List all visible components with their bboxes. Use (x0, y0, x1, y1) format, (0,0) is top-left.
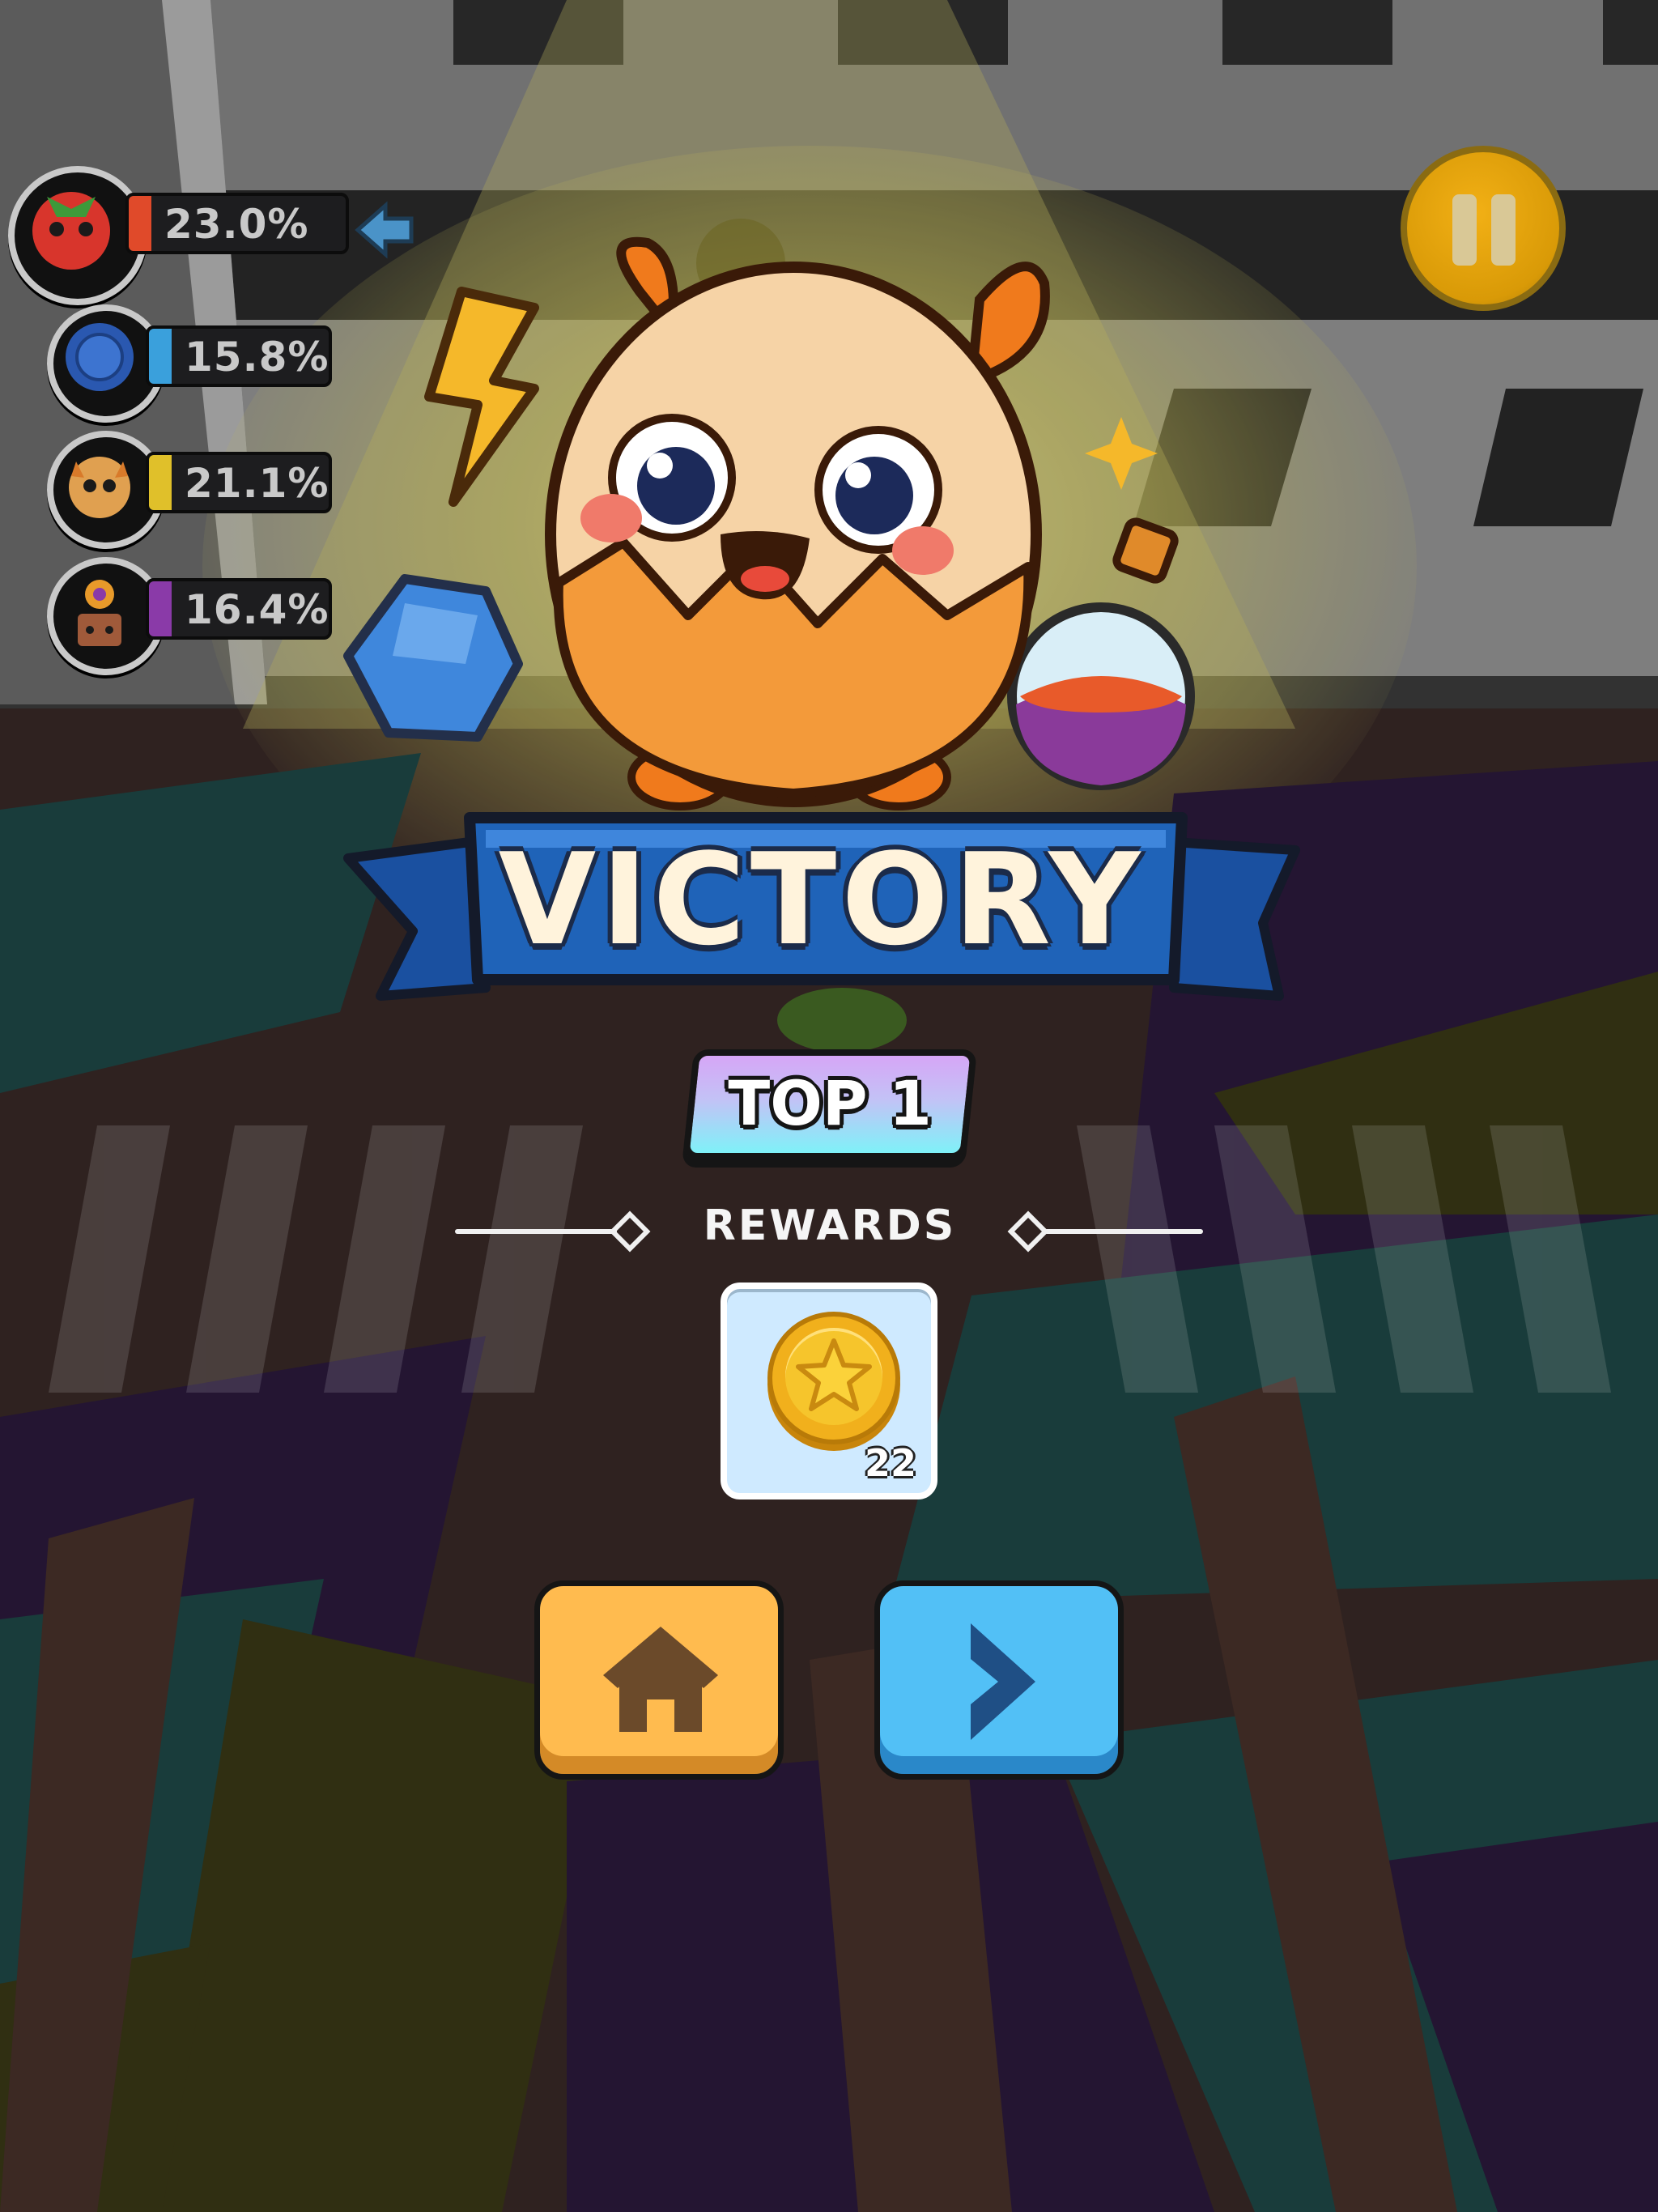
ribbon-left-tail (343, 837, 491, 1001)
ribbon-right-tail (1169, 837, 1300, 1001)
rewards-header: REWARDS (703, 1202, 957, 1250)
home-icon (603, 1627, 718, 1732)
rank-badge: TOP 1 (682, 1049, 978, 1159)
next-button[interactable] (874, 1580, 1124, 1780)
victory-title: VICTORY (498, 826, 1146, 973)
chevron-right-icon (971, 1623, 1035, 1740)
star-coin-icon (767, 1312, 900, 1444)
rewards-divider-left (455, 1229, 617, 1234)
sparkle-icon (1085, 417, 1158, 490)
reward-item-coins: 22 (721, 1283, 937, 1499)
rewards-divider-right (1044, 1229, 1203, 1234)
rank-label: TOP 1 (728, 1067, 932, 1139)
lightning-icon (424, 287, 539, 507)
reward-quantity: 22 (864, 1441, 916, 1485)
home-button[interactable] (534, 1580, 784, 1780)
